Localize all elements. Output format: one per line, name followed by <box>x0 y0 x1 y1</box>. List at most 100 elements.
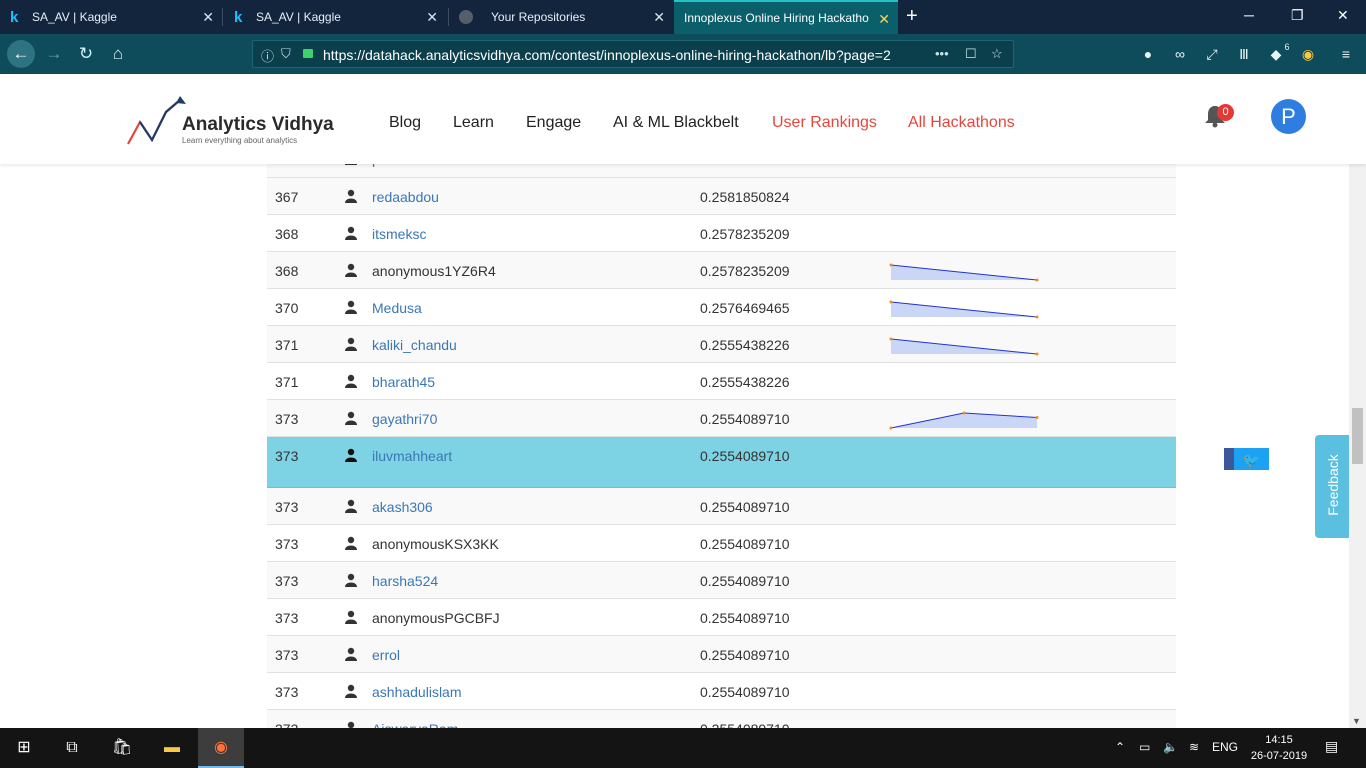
pocket-icon[interactable]: ☐ <box>965 46 977 62</box>
score-cell: 0.2554089710 <box>700 610 790 626</box>
rank-cell: 373 <box>275 573 299 589</box>
library-icon[interactable]: Ⅲ <box>1235 45 1253 63</box>
twitter-share-button[interactable]: 🐦 <box>1234 448 1269 470</box>
browser-tab-active[interactable]: Innoplexus Online Hiring Hackatho ✕ <box>674 0 898 34</box>
file-explorer-icon[interactable]: ▬ <box>160 736 184 760</box>
clock-date: 26-07-2019 <box>1250 750 1308 762</box>
rank-cell: 373 <box>275 610 299 626</box>
analytics-vidhya-logo[interactable]: Analytics Vidhya Learn everything about … <box>126 96 346 146</box>
wifi-icon[interactable]: ≋ <box>1189 740 1199 754</box>
battery-icon[interactable]: ▭ <box>1139 740 1150 754</box>
table-row: 373 akash306 0.2554089710 <box>267 488 1176 525</box>
feedback-tab[interactable]: Feedback <box>1315 435 1349 538</box>
rank-cell: 371 <box>275 337 299 353</box>
username-link[interactable]: iluvmahheart <box>372 448 452 464</box>
username-link[interactable]: harsha524 <box>372 573 438 589</box>
username-link[interactable]: ashhadulislam <box>372 684 462 700</box>
url-bar[interactable]: ⓘ ⛉ https://datahack.analyticsvidhya.com… <box>252 40 1014 68</box>
scroll-down-icon[interactable]: ▼ <box>1352 716 1361 726</box>
table-row: 368 anonymous1YZ6R4 0.2578235209 <box>267 252 1176 289</box>
page-scrollbar[interactable]: ▲ ▼ <box>1349 74 1366 728</box>
username-link[interactable]: gayathri70 <box>372 411 437 427</box>
username-link[interactable]: itsmeksc <box>372 226 426 242</box>
menu-blackbelt[interactable]: AI & ML Blackbelt <box>613 114 739 132</box>
username-link[interactable]: redaabdou <box>372 189 439 205</box>
score-cell: 0.2554089710 <box>700 448 790 464</box>
close-tab-icon[interactable]: ✕ <box>653 9 665 26</box>
url-text[interactable]: https://datahack.analyticsvidhya.com/con… <box>323 47 891 63</box>
info-icon[interactable]: ⓘ <box>261 46 274 65</box>
user-icon <box>345 573 357 587</box>
close-window-icon[interactable]: ✕ <box>1337 7 1349 24</box>
browser-tab-2[interactable]: k SA_AV | Kaggle ✕ <box>224 0 446 34</box>
close-tab-icon[interactable]: ✕ <box>426 9 438 26</box>
menu-blog[interactable]: Blog <box>389 114 421 132</box>
user-icon <box>345 226 357 240</box>
kaggle-icon: k <box>10 8 19 26</box>
sparkline-point <box>889 263 893 267</box>
table-row: 368 itsmeksc 0.2578235209 <box>267 215 1176 252</box>
task-view-icon[interactable]: ⧉ <box>60 736 84 760</box>
firefox-taskbar-button[interactable]: ◉ <box>198 728 244 768</box>
hamburger-menu-icon[interactable]: ≡ <box>1337 45 1355 63</box>
browser-tab-strip: k SA_AV | Kaggle ✕ k SA_AV | Kaggle ✕ Yo… <box>0 0 1366 34</box>
username: anonymousKSX3KK <box>372 536 499 552</box>
expand-icon[interactable]: ⤢ <box>1203 45 1221 63</box>
site-header: Analytics Vidhya Learn everything about … <box>0 74 1366 164</box>
minimize-icon[interactable]: ─ <box>1244 7 1254 23</box>
volume-icon[interactable]: 🔈 <box>1163 740 1178 754</box>
close-tab-icon[interactable]: ✕ <box>202 9 214 26</box>
facebook-share-button[interactable] <box>1224 448 1234 470</box>
username-link[interactable]: Medusa <box>372 300 422 316</box>
trend-sparkline <box>889 411 1039 430</box>
shield-icon[interactable]: ⛉ <box>281 46 291 62</box>
account-icon[interactable]: ◉ <box>1299 45 1317 63</box>
windows-start-icon[interactable]: ⊞ <box>12 736 36 760</box>
notification-count-badge: 0 <box>1217 104 1234 121</box>
share-buttons: 🐦 <box>1224 448 1269 470</box>
sparkline-point <box>889 337 893 341</box>
menu-all-hackathons[interactable]: All Hackathons <box>908 114 1015 132</box>
close-tab-icon[interactable]: ✕ <box>878 11 890 28</box>
home-icon[interactable]: ⌂ <box>106 42 130 66</box>
username: anonymousPGCBFJ <box>372 610 500 626</box>
browser-tab-1[interactable]: k SA_AV | Kaggle ✕ <box>0 0 222 34</box>
rank-cell: 373 <box>275 499 299 515</box>
reload-icon[interactable]: ↻ <box>74 42 98 66</box>
username-link[interactable]: errol <box>372 647 400 663</box>
sparkline-point <box>889 300 893 304</box>
menu-learn[interactable]: Learn <box>453 114 494 132</box>
browser-nav-bar: ← → ↻ ⌂ ⓘ ⛉ https://datahack.analyticsvi… <box>0 34 1366 74</box>
user-icon <box>345 499 357 513</box>
extension-icon[interactable]: ● <box>1139 45 1157 63</box>
browser-tab-3[interactable]: Your Repositories ✕ <box>449 0 673 34</box>
forward-arrow-icon[interactable]: → <box>42 42 66 66</box>
kaggle-icon: k <box>234 8 243 26</box>
page-actions-icon[interactable]: ••• <box>935 46 949 61</box>
restore-icon[interactable]: ❐ <box>1291 7 1304 24</box>
mask-icon[interactable]: ∞ <box>1171 45 1189 63</box>
scrollbar-thumb[interactable] <box>1352 408 1363 464</box>
store-icon[interactable]: 🛍 <box>110 736 134 760</box>
user-avatar[interactable]: P <box>1271 99 1306 134</box>
username-link[interactable]: akash306 <box>372 499 433 515</box>
username-link[interactable]: bharath45 <box>372 374 435 390</box>
sparkline-point <box>1035 352 1039 356</box>
menu-user-rankings[interactable]: User Rankings <box>772 114 877 132</box>
sparkline-point <box>962 411 966 415</box>
table-row: 371 kaliki_chandu 0.2555438226 <box>267 326 1176 363</box>
leaderboard-table: 366 pratheesh 0.2581850824 367redaabdou0… <box>267 140 1176 747</box>
user-icon <box>345 610 357 624</box>
taskbar-clock[interactable]: 14:15 26-07-2019 <box>1249 732 1309 764</box>
score-cell: 0.2554089710 <box>700 499 790 515</box>
back-arrow-icon[interactable]: ← <box>7 40 35 68</box>
language-indicator[interactable]: ENG <box>1212 740 1238 754</box>
bookmark-star-icon[interactable]: ☆ <box>991 46 1003 62</box>
tab-title: SA_AV | Kaggle <box>256 10 341 24</box>
new-tab-button[interactable]: + <box>906 5 918 28</box>
action-center-icon[interactable]: ▤ <box>1325 738 1338 755</box>
user-icon <box>345 189 357 203</box>
show-hidden-icons[interactable]: ⌃ <box>1115 740 1125 754</box>
menu-engage[interactable]: Engage <box>526 114 581 132</box>
username-link[interactable]: kaliki_chandu <box>372 337 457 353</box>
